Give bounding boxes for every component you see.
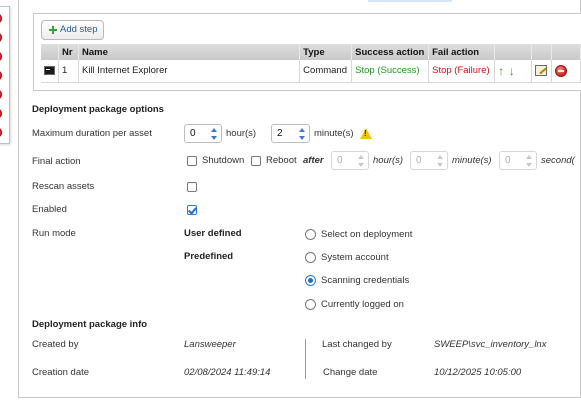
run-mode-currently-logged-on-label: Currently logged on [321,299,404,310]
run-mode-select-on-deployment-radio[interactable] [305,229,316,240]
column-move [494,44,533,60]
active-tab-indicator [368,0,452,2]
arrow-up-icon[interactable]: ↑ [498,64,504,78]
creation-date-label: Creation date [32,367,90,378]
step-nr: 1 [58,60,79,83]
minutes-unit: minute(s) [314,128,354,139]
after-minutes-value: 0 [416,155,422,166]
hours-spinner[interactable] [211,127,218,141]
after-hours-unit: hour(s) [373,155,404,166]
remove-icon[interactable] [0,70,2,81]
user-defined-label: User defined [184,228,242,239]
run-mode-system-account-radio[interactable] [305,252,316,263]
last-changed-by-value: SWEEP\svc_inventory_lnx [434,339,547,350]
rescan-assets-label: Rescan assets [32,181,95,192]
left-remove-strip [0,6,10,144]
column-delete [551,44,581,60]
step-fail-action: Stop (Failure) [428,60,496,83]
steps-table: Nr Name Type Success action Fail action … [41,44,581,83]
remove-icon[interactable] [0,127,2,138]
command-prompt-icon [44,66,55,76]
final-action-label: Final action [32,156,81,167]
remove-icon[interactable] [0,51,2,62]
run-mode-scanning-credentials-label: Scanning credentials [321,275,410,286]
after-hours-spinner[interactable] [358,154,365,168]
last-changed-by-label: Last changed by [322,339,392,350]
reboot-checkbox[interactable] [251,156,261,166]
run-mode-scanning-credentials-radio[interactable] [305,275,316,286]
predefined-label: Predefined [184,251,234,262]
add-step-label: Add step [60,24,98,35]
reboot-label: Reboot [266,155,297,166]
column-header-nr: Nr [58,44,79,60]
step-delete-cell [551,60,581,83]
after-seconds-spinner[interactable] [526,154,533,168]
column-icon [41,44,59,60]
remove-icon[interactable] [0,13,2,24]
minutes-value: 2 [277,128,283,139]
plus-icon [49,26,57,34]
created-by-label: Created by [32,339,79,350]
after-seconds-unit: second( [541,155,575,166]
column-edit [531,44,552,60]
warning-icon [360,128,372,139]
after-hours-input[interactable]: 0 [331,151,369,170]
step-move-cell: ↑ ↓ [494,60,533,83]
add-step-button[interactable]: Add step [41,20,104,40]
step-success-action: Stop (Success) [351,60,430,83]
step-type: Command [299,60,353,83]
change-date-value: 10/12/2025 10:05:00 [434,367,522,378]
remove-icon[interactable] [0,108,2,119]
change-date-label: Change date [323,367,378,378]
column-header-fail-action: Fail action [428,44,496,60]
enabled-label: Enabled [32,204,67,215]
hours-input[interactable]: 0 [184,124,222,143]
minutes-spinner[interactable] [299,127,306,141]
run-mode-label: Run mode [32,228,76,239]
step-type-cell [41,60,59,83]
after-minutes-spinner[interactable] [437,154,444,168]
after-label: after [303,155,324,166]
after-hours-value: 0 [337,155,343,166]
remove-icon[interactable] [0,89,2,100]
info-section-title: Deployment package info [32,319,148,330]
enabled-checkbox[interactable] [187,205,197,215]
after-minutes-input[interactable]: 0 [410,151,448,170]
run-mode-currently-logged-on-radio[interactable] [305,299,316,310]
column-header-name: Name [78,44,301,60]
creation-date-value: 02/08/2024 11:49:14 [184,367,271,378]
after-seconds-value: 0 [505,155,511,166]
run-mode-select-on-deployment-label: Select on deployment [321,229,413,240]
info-divider [305,339,306,379]
table-row: 1 Kill Internet Explorer Command Stop (S… [41,60,581,83]
shutdown-checkbox[interactable] [187,156,197,166]
shutdown-label: Shutdown [202,155,245,166]
step-edit-cell [531,60,552,83]
after-minutes-unit: minute(s) [452,155,492,166]
minutes-input[interactable]: 2 [271,124,310,143]
run-mode-system-account-label: System account [321,252,389,263]
delete-icon[interactable] [555,64,567,77]
created-by-value: Lansweeper [184,339,236,350]
options-section-title: Deployment package options [32,104,164,115]
hours-value: 0 [190,128,196,139]
step-name: Kill Internet Explorer [78,60,301,83]
rescan-assets-checkbox[interactable] [187,182,197,192]
after-seconds-input[interactable]: 0 [499,151,537,170]
remove-icon[interactable] [0,32,2,43]
column-header-success-action: Success action [351,44,430,60]
edit-icon[interactable] [535,65,548,77]
hours-unit: hour(s) [226,128,257,139]
max-duration-label: Maximum duration per asset [32,128,152,139]
column-header-type: Type [299,44,353,60]
arrow-down-icon[interactable]: ↓ [509,64,515,78]
